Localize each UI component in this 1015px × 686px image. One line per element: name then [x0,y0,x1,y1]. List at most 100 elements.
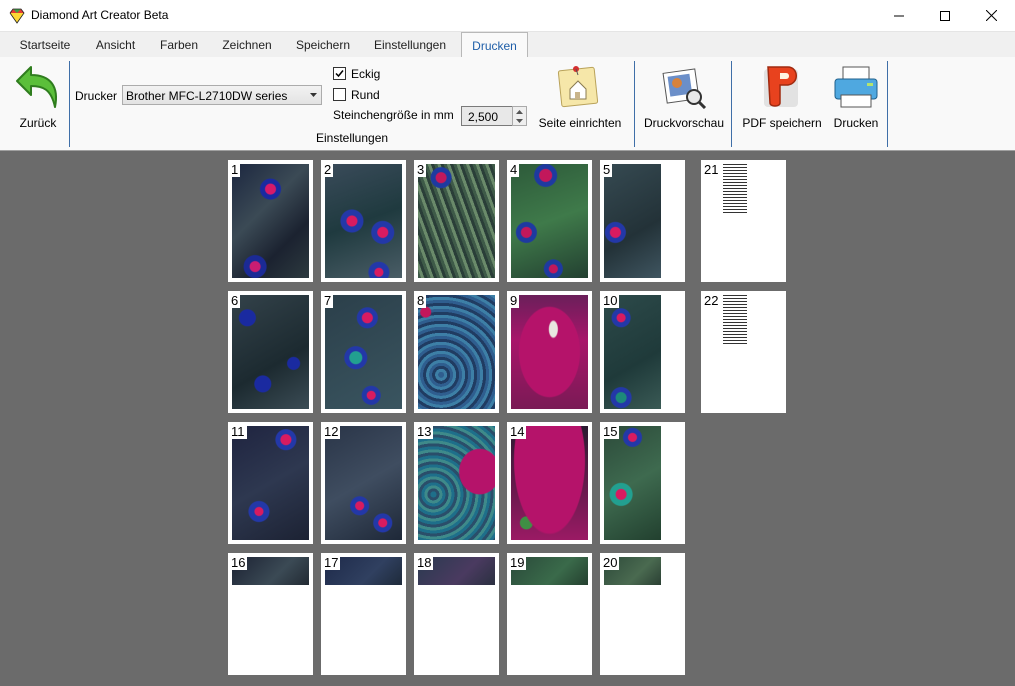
ribbon-separator [887,61,888,147]
page-number: 11 [230,424,247,439]
tab-startseite[interactable]: Startseite [8,32,82,57]
tab-speichern[interactable]: Speichern [286,32,360,57]
page-number: 16 [230,555,248,570]
page-setup-button[interactable]: Seite einrichten [536,61,624,131]
page-thumbnail[interactable]: 4 [507,160,592,282]
minimize-icon [894,15,904,16]
chevron-down-icon [310,93,317,97]
rund-label: Rund [351,88,380,102]
tab-einstellungen[interactable]: Einstellungen [364,32,456,57]
page-image-tile [232,295,309,409]
page-thumbnail[interactable]: 10 [600,291,685,413]
page-number: 9 [509,293,520,308]
page-thumbnail[interactable]: 14 [507,422,592,544]
stone-size-spinner[interactable] [512,106,527,126]
page-number: 7 [323,293,334,308]
page-thumbnail[interactable]: 19 [507,553,592,675]
color-legend-lines [723,295,747,345]
save-pdf-button[interactable]: PDF speichern [739,61,825,131]
page-thumbnail[interactable]: 1 [228,160,313,282]
minimize-button[interactable] [876,0,922,31]
page-image-tile [418,295,495,409]
page-number: 4 [509,162,520,177]
page-number: 8 [416,293,427,308]
page-number: 19 [509,555,527,570]
page-thumbnail[interactable]: 20 [600,553,685,675]
page-image-tile [325,295,402,409]
title-bar: Diamond Art Creator Beta [0,0,1015,32]
maximize-button[interactable] [922,0,968,31]
page-thumbnail[interactable]: 17 [321,553,406,675]
page-thumbnail[interactable]: 3 [414,160,499,282]
page-number: 3 [416,162,427,177]
page-number: 2 [323,162,334,177]
page-thumbnail[interactable]: 2 [321,160,406,282]
ribbon-separator [731,61,732,147]
page-thumbnail[interactable]: 22 [701,291,786,413]
eckig-label: Eckig [351,67,381,81]
tab-drucken[interactable]: Drucken [461,32,528,58]
page-thumbnail[interactable]: 8 [414,291,499,413]
printer-icon [834,66,878,108]
tab-ansicht[interactable]: Ansicht [84,32,147,57]
page-thumbnail[interactable]: 12 [321,422,406,544]
print-button[interactable]: Drucken [825,61,887,131]
page-thumbnail[interactable]: 7 [321,291,406,413]
page-image-tile [511,164,588,278]
page-image-tile [604,295,661,409]
page-thumbnail[interactable]: 13 [414,422,499,544]
note-house-icon [557,66,599,108]
stone-size-input[interactable]: 2,500 [461,106,513,126]
print-label: Drucken [833,116,879,130]
print-preview-button[interactable]: Druckvorschau [641,61,727,131]
page-thumbnail[interactable]: 21 [701,160,786,282]
page-thumbnail[interactable]: 9 [507,291,592,413]
page-image-tile [325,426,402,540]
settings-group-label: Einstellungen [316,131,389,145]
color-legend-lines [723,164,747,214]
page-image-tile [232,426,309,540]
back-button[interactable]: Zurück [10,61,66,131]
page-image-tile [511,295,588,409]
page-thumbnail[interactable]: 18 [414,553,499,675]
printer-select-value: Brother MFC-L2710DW series [126,89,288,103]
page-number: 17 [323,555,341,570]
page-number: 10 [602,293,620,308]
back-button-label: Zurück [19,116,57,130]
page-number: 14 [509,424,527,439]
print-preview-label: Druckvorschau [643,116,725,130]
rund-checkbox[interactable] [333,88,346,101]
tab-strip: Startseite Ansicht Farben Zeichnen Speic… [0,32,1015,58]
diamond-icon [9,8,25,24]
tab-farben[interactable]: Farben [150,32,208,57]
eckig-checkbox[interactable] [333,67,346,80]
page-image-tile [604,426,661,540]
page-number: 15 [602,424,620,439]
page-number: 18 [416,555,434,570]
page-number: 20 [602,555,620,570]
page-image-tile [511,426,588,540]
page-thumbnail[interactable]: 11 [228,422,313,544]
save-pdf-label: PDF speichern [742,116,822,130]
page-image-tile [325,164,402,278]
close-icon [985,10,997,21]
pdf-icon [764,66,798,107]
preview-icon [662,68,707,109]
tab-zeichnen[interactable]: Zeichnen [212,32,282,57]
page-thumbnail[interactable]: 16 [228,553,313,675]
printer-select[interactable]: Brother MFC-L2710DW series [122,85,322,105]
page-number: 21 [703,162,721,177]
page-number: 13 [416,424,434,439]
page-thumbnail[interactable]: 15 [600,422,685,544]
ribbon: Zurück Drucker Brother MFC-L2710DW serie… [0,57,1015,151]
checkmark-icon [335,70,344,78]
spin-up-icon[interactable] [513,107,526,116]
page-image-tile [418,164,495,278]
window-title: Diamond Art Creator Beta [31,8,169,22]
back-arrow-icon [16,66,57,108]
close-button[interactable] [968,0,1014,31]
page-thumbnail[interactable]: 6 [228,291,313,413]
page-thumbnail[interactable]: 5 [600,160,685,282]
maximize-icon [940,10,950,21]
spin-down-icon[interactable] [513,116,526,125]
